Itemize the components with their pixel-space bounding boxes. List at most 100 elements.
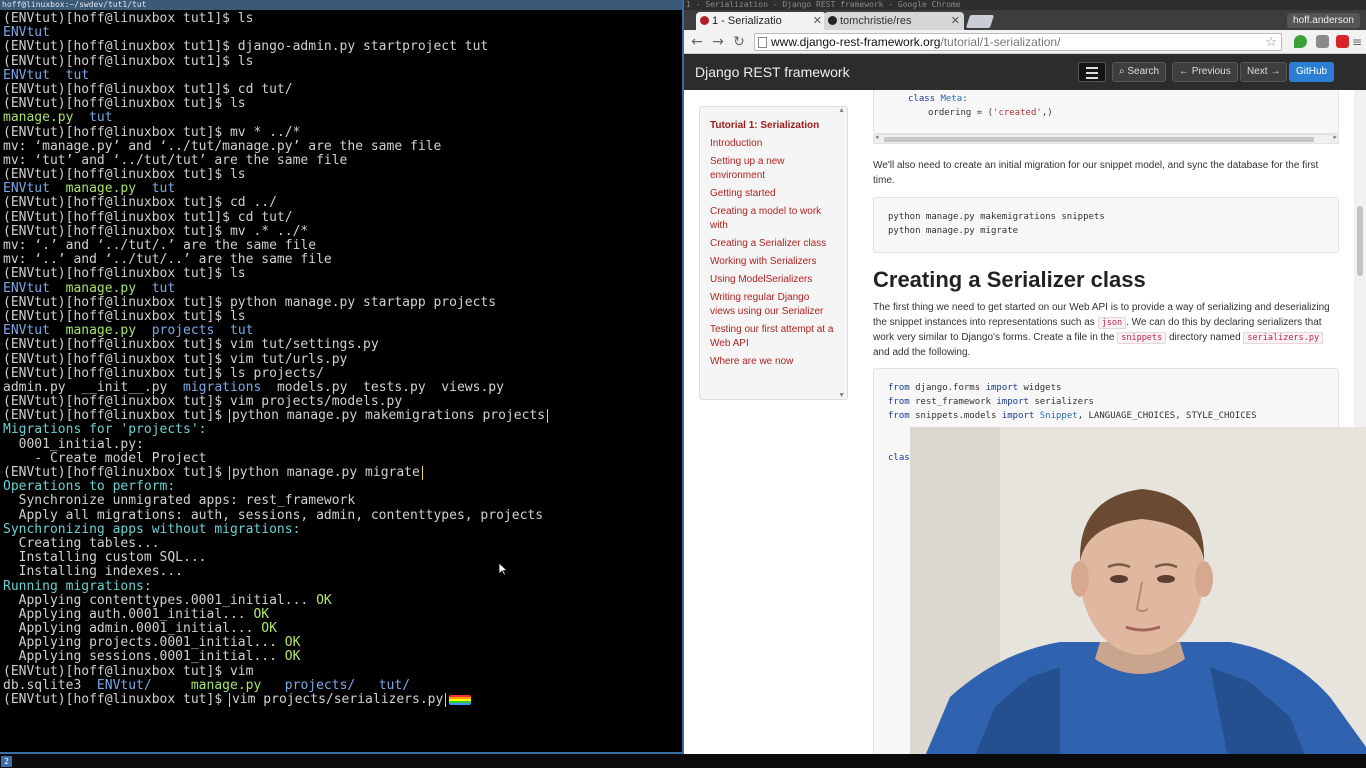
next-button[interactable]: Next → bbox=[1240, 62, 1288, 82]
bookmark-star-icon[interactable]: ☆ bbox=[1265, 34, 1277, 50]
terminal-line: manage.py tut bbox=[3, 111, 680, 125]
terminal-text: manage.py bbox=[190, 678, 262, 693]
toc-item[interactable]: Writing regular Django views using our S… bbox=[710, 291, 837, 319]
tab-serialization[interactable]: 1 - Serializatio ✕ bbox=[696, 12, 826, 30]
search-button[interactable]: ⌕ Search bbox=[1112, 62, 1167, 82]
terminal-line: Applying projects.0001_initial... OK bbox=[3, 636, 680, 650]
new-tab-button[interactable] bbox=[965, 15, 995, 28]
terminal-line: Applying sessions.0001_initial... OK bbox=[3, 650, 680, 664]
terminal-line: Synchronize unmigrated apps: rest_framew… bbox=[3, 494, 680, 508]
terminal-line: ENVtut manage.py projects tut bbox=[3, 324, 680, 338]
toc-item[interactable]: Tutorial 1: Serialization bbox=[710, 119, 837, 133]
presenter-video-image bbox=[910, 427, 1366, 768]
inline-code: json bbox=[1097, 317, 1127, 329]
terminal-text: (ENVtut)[hoff@linuxbox tut]$ bbox=[3, 466, 230, 480]
terminal-line: (ENVtut)[hoff@linuxbox tut]$ cd ../ bbox=[3, 196, 680, 210]
scroll-right-icon[interactable]: ▸ bbox=[1333, 133, 1337, 141]
toc-item[interactable]: Working with Serializers bbox=[710, 255, 837, 269]
terminal-text: projects bbox=[151, 324, 215, 339]
terminal-text: Operations to perform: bbox=[3, 480, 176, 495]
site-brand[interactable]: Django REST framework bbox=[695, 54, 850, 90]
toc-item[interactable]: Where are we now bbox=[710, 355, 837, 369]
reload-icon[interactable]: ↻ bbox=[730, 33, 748, 51]
extension-puzzle-icon[interactable] bbox=[1316, 35, 1329, 48]
code-class-name: Snippet bbox=[1039, 411, 1078, 421]
terminal-line: (ENVtut)[hoff@linuxbox tut]$ vim tut/set… bbox=[3, 338, 680, 352]
terminal-line: Creating tables... bbox=[3, 537, 680, 551]
terminal-text: manage.py bbox=[65, 324, 137, 339]
terminal-text: Applying auth.0001_initial... bbox=[3, 607, 254, 622]
inline-code: serializers.py bbox=[1243, 332, 1324, 344]
terminal-line: ENVtut bbox=[3, 26, 680, 40]
browser-window-title: 1 - Serialization - Django REST framewor… bbox=[684, 0, 1366, 10]
profile-button[interactable]: hoff.anderson bbox=[1287, 13, 1360, 28]
terminal-text: (ENVtut)[hoff@linuxbox tut1]$ django-adm… bbox=[3, 40, 489, 55]
paragraph-migration: We'll also need to create an initial mig… bbox=[873, 160, 1319, 186]
toc-item[interactable]: Getting started bbox=[710, 187, 837, 201]
terminal-line: Synchronizing apps without migrations: bbox=[3, 523, 680, 537]
terminal-text: (ENVtut)[hoff@linuxbox tut]$ vim tut/url… bbox=[3, 352, 348, 367]
scrollbar-thumb[interactable] bbox=[1357, 206, 1363, 276]
mouse-cursor-icon bbox=[498, 562, 508, 576]
terminal-line: Apply all migrations: auth, sessions, ad… bbox=[3, 509, 680, 523]
scroll-down-icon[interactable]: ▼ bbox=[838, 392, 845, 399]
close-tab-icon[interactable]: ✕ bbox=[951, 12, 960, 30]
para-text: directory named bbox=[1168, 332, 1241, 343]
terminal-text: tut/ bbox=[378, 678, 411, 693]
prompt-cat-icon bbox=[449, 694, 472, 705]
workspace-indicator[interactable]: 2 bbox=[1, 756, 12, 767]
toc-item[interactable]: Testing our first attempt at a Web API bbox=[710, 323, 837, 351]
terminal-text: ENVtut/ bbox=[96, 678, 152, 693]
terminal-text: Creating tables... bbox=[3, 536, 160, 551]
terminal-line: (ENVtut)[hoff@linuxbox tut]$ ls bbox=[3, 168, 680, 182]
code-horizontal-scrollbar[interactable]: ◂ ▸ bbox=[873, 134, 1339, 144]
scroll-left-icon[interactable]: ◂ bbox=[875, 133, 879, 141]
terminal-text: manage.py bbox=[65, 182, 137, 197]
section-heading: Creating a Serializer class bbox=[873, 267, 1146, 292]
terminal-line: (ENVtut)[hoff@linuxbox tut]$ ls projects… bbox=[3, 367, 680, 381]
address-bar[interactable]: www.django-rest-framework.org/tutorial/1… bbox=[754, 33, 1282, 51]
tab-label: 1 - Serializatio bbox=[712, 15, 782, 27]
terminal-text: admin.py __init__.py bbox=[3, 380, 184, 395]
close-tab-icon[interactable]: ✕ bbox=[813, 12, 822, 30]
terminal-line: - Create model Project bbox=[3, 452, 680, 466]
terminal-window[interactable]: hoff@linuxbox:~/swdev/tut1/tut (ENVtut)[… bbox=[0, 0, 684, 754]
terminal-line: Applying auth.0001_initial... OK bbox=[3, 608, 680, 622]
code-block-meta: class Meta: ordering = ('created',) bbox=[873, 90, 1339, 134]
terminal-line: mv: ‘manage.py’ and ‘../tut/manage.py’ a… bbox=[3, 140, 680, 154]
terminal-line: mv: ‘tut’ and ‘../tut/tut’ are the same … bbox=[3, 154, 680, 168]
scroll-up-icon[interactable]: ▲ bbox=[838, 107, 845, 114]
terminal-line: ENVtut tut bbox=[3, 69, 680, 83]
forward-arrow-icon[interactable]: → bbox=[709, 33, 727, 51]
terminal-text: db.sqlite3 bbox=[3, 678, 97, 693]
toc-item[interactable]: Creating a Serializer class bbox=[710, 237, 837, 251]
terminal-text: (ENVtut)[hoff@linuxbox tut]$ ls bbox=[3, 309, 246, 324]
back-arrow-icon[interactable]: ← bbox=[688, 33, 706, 51]
toc-item[interactable]: Creating a model to work with bbox=[710, 205, 837, 233]
extension-leaf-icon[interactable] bbox=[1294, 35, 1307, 48]
drf-favicon-icon bbox=[700, 16, 709, 25]
terminal-text: Running migrations: bbox=[3, 579, 152, 594]
toc-item[interactable]: Using ModelSerializers bbox=[710, 273, 837, 287]
search-label: Search bbox=[1127, 66, 1160, 77]
terminal-text: Synchronize unmigrated apps: bbox=[3, 494, 246, 509]
scrollbar-thumb[interactable] bbox=[884, 137, 1314, 142]
tab-github[interactable]: tomchristie/res ✕ bbox=[824, 12, 964, 30]
toc-item[interactable]: Introduction bbox=[710, 137, 837, 151]
extension-red-icon[interactable] bbox=[1336, 35, 1349, 48]
code-text: rest_framework bbox=[915, 397, 991, 407]
code-keyword: import bbox=[1001, 411, 1035, 421]
terminal-text: tut bbox=[230, 324, 254, 339]
menu-button[interactable] bbox=[1078, 62, 1106, 82]
para-text: and add the following. bbox=[873, 347, 971, 358]
toc-item[interactable]: Setting up a new environment bbox=[710, 155, 837, 183]
terminal-text: (ENVtut)[hoff@linuxbox tut]$ ls bbox=[3, 267, 246, 282]
github-button[interactable]: GitHub bbox=[1289, 62, 1335, 82]
table-of-contents: ▲ Tutorial 1: Serialization Introduction S… bbox=[699, 106, 848, 400]
previous-button[interactable]: ← Previous bbox=[1172, 62, 1238, 82]
chrome-menu-icon[interactable]: ≡ bbox=[1350, 33, 1364, 51]
terminal-output[interactable]: (ENVtut)[hoff@linuxbox tut1]$ ls ENVtut (E… bbox=[3, 12, 680, 708]
